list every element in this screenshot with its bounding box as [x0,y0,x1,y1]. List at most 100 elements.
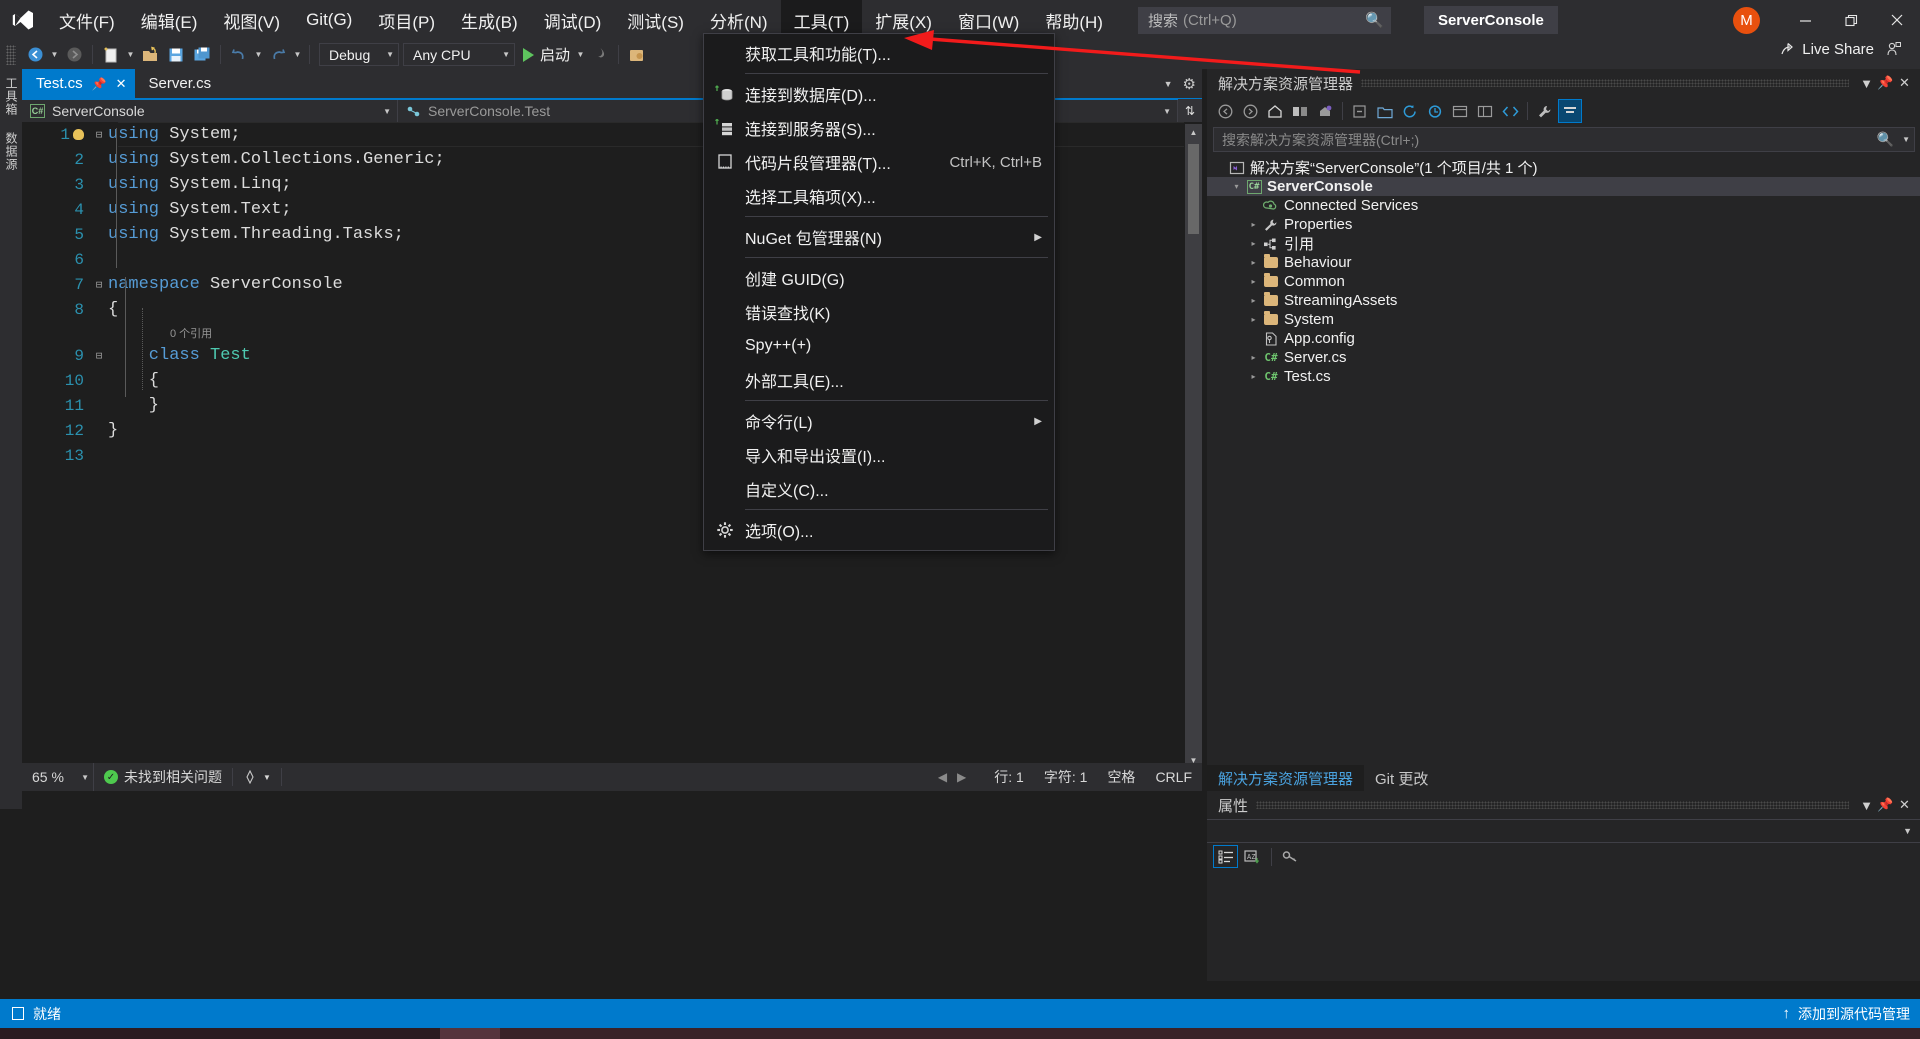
panel-dropdown-icon[interactable]: ▼ [1857,71,1876,95]
lightbulb-icon[interactable] [73,128,84,140]
tree-item-properties[interactable]: ▸ Properties [1207,215,1920,234]
hot-reload-icon[interactable] [587,42,613,67]
navigate-backward-icon[interactable] [22,42,48,67]
toolbar-grip[interactable] [6,44,16,65]
search-icon-2[interactable]: 🔍 [1877,131,1894,148]
preview-selected-items-icon[interactable] [1448,99,1472,123]
misc-tool-icon[interactable] [624,42,650,67]
live-share-participants-icon[interactable] [1882,41,1906,57]
redo-dropdown-icon[interactable]: ▼ [291,42,304,67]
code-navigation-control[interactable]: ▼ [233,763,281,791]
tree-item-streamingassets[interactable]: ▸ StreamingAssets [1207,291,1920,310]
tree-item-test.cs[interactable]: ▸ C# Test.cs [1207,367,1920,386]
solution-configuration-combo[interactable]: Debug ▼ [319,43,399,66]
fold-glyph-icon[interactable]: ⊟ [90,349,108,363]
scroll-up-arrow-icon[interactable]: ▲ [1185,124,1202,141]
tree-item-common[interactable]: ▸ Common [1207,272,1920,291]
editor-tab-test-cs[interactable]: Test.cs 📌 ✕ [22,69,135,98]
collapsed-twisty-icon[interactable]: ▸ [1247,220,1260,229]
refresh-icon[interactable] [1398,99,1422,123]
line-ending-indicator[interactable]: CRLF [1145,763,1202,791]
tree-item-system[interactable]: ▸ System [1207,310,1920,329]
tools-dropdown-menu[interactable]: 获取工具和功能(T)... 连接到数据库(D)... 连接到服务器(S)... 代码片… [703,33,1055,551]
menu-item-7[interactable]: 错误查找(K) [704,295,1054,329]
avatar[interactable]: M [1733,6,1760,34]
start-debug-button[interactable]: 启动 [515,42,574,67]
new-file-dropdown-icon[interactable]: ▼ [124,42,137,67]
menu-debug[interactable]: 调试(D) [531,0,615,40]
tree-item-app.config[interactable]: App.config [1207,329,1920,348]
menu-item-10[interactable]: 命令行(L) ▶ [704,404,1054,438]
menu-item-5[interactable]: NuGet 包管理器(N) ▶ [704,220,1054,254]
menu-build[interactable]: 生成(B) [448,0,531,40]
undo-dropdown-icon[interactable]: ▼ [252,42,265,67]
home-views-icon[interactable] [1313,99,1337,123]
collapsed-twisty-icon[interactable]: ▸ [1247,353,1260,362]
menu-file[interactable]: 文件(F) [46,0,128,40]
menu-item-13[interactable]: 选项(O)... [704,513,1054,547]
zoom-level-combo[interactable]: 65 % ▼ [22,763,94,791]
collapsed-twisty-icon[interactable]: ▸ [1247,239,1260,248]
menu-edit[interactable]: 编辑(E) [128,0,211,40]
pending-changes-icon[interactable] [1288,99,1312,123]
codelens-references[interactable]: 0 个引用 [170,325,212,341]
menu-item-11[interactable]: 导入和导出设置(I)... [704,438,1054,472]
tab-git-changes[interactable]: Git 更改 [1364,765,1439,791]
tree-item--serverconsole-1-1-[interactable]: 解决方案“ServerConsole”(1 个项目/共 1 个) [1207,158,1920,177]
tools-wrench-icon[interactable] [1533,99,1557,123]
vtab-data-sources[interactable]: 数据源 [0,124,23,179]
events-key-icon[interactable] [1278,845,1303,868]
scroll-right-arrow-icon[interactable]: ▶ [957,770,984,784]
collapsed-twisty-icon[interactable]: ▸ [1247,277,1260,286]
maximize-restore-button[interactable] [1828,0,1874,40]
solution-explorer-tree[interactable]: 解决方案“ServerConsole”(1 个项目/共 1 个) ▾ C# Serve… [1207,155,1920,386]
menu-item-2[interactable]: 连接到服务器(S)... [704,111,1054,145]
close-panel-icon[interactable]: ✕ [1895,71,1914,95]
menu-test[interactable]: 测试(S) [614,0,697,40]
tab-solution-explorer[interactable]: 解决方案资源管理器 [1207,765,1365,791]
home-icon[interactable] [1263,99,1287,123]
menu-project[interactable]: 项目(P) [365,0,448,40]
menu-item-3[interactable]: 代码片段管理器(T)... Ctrl+K, Ctrl+B [704,145,1054,179]
menu-item-0[interactable]: 获取工具和功能(T)... [704,36,1054,70]
solution-platform-combo[interactable]: Any CPU ▼ [403,43,515,66]
menu-view[interactable]: 视图(V) [210,0,293,40]
editor-tab-server-cs[interactable]: Server.cs [135,69,220,98]
expanded-twisty-icon[interactable]: ▾ [1230,182,1243,191]
tree-item-serverconsole[interactable]: ▾ C# ServerConsole [1207,177,1920,196]
view-code-icon[interactable] [1498,99,1522,123]
status-right[interactable]: ↑ 添加到源代码管理 [1783,1004,1911,1024]
menu-item-12[interactable]: 自定义(C)... [704,472,1054,506]
start-dropdown-icon[interactable]: ▼ [574,42,587,67]
categorized-view-icon[interactable] [1213,845,1238,868]
fold-glyph-icon[interactable]: ⊟ [90,128,108,142]
undo-icon[interactable] [226,42,252,67]
tree-item-behaviour[interactable]: ▸ Behaviour [1207,253,1920,272]
new-file-icon[interactable] [98,42,124,67]
navigate-backward-dropdown-icon[interactable]: ▼ [48,42,61,67]
close-button[interactable] [1874,0,1920,40]
indentation-indicator[interactable]: 空格 [1097,763,1145,791]
live-share-button[interactable]: Live Share [1779,41,1874,58]
tab-list-dropdown-icon[interactable]: ▼ [1164,79,1173,89]
menu-git[interactable]: Git(G) [293,0,365,40]
search-options-chevron-icon[interactable]: ▼ [1894,135,1910,144]
pin-panel-icon[interactable]: 📌 [1876,71,1895,95]
navigate-forward-icon[interactable] [61,42,87,67]
navbar-type-combo[interactable]: C# ServerConsole ▼ [22,100,398,122]
close-icon[interactable]: ✕ [116,76,127,92]
sync-with-active-document-icon[interactable] [1423,99,1447,123]
editor-vertical-scrollbar[interactable]: ▲ ▼ [1185,124,1202,769]
collapsed-twisty-icon[interactable]: ▸ [1247,296,1260,305]
solution-explorer-search-input[interactable]: 搜索解决方案资源管理器(Ctrl+;) 🔍 ▼ [1213,127,1915,152]
minimize-button[interactable] [1782,0,1828,40]
show-all-files-icon[interactable] [1373,99,1397,123]
collapse-all-icon[interactable] [1348,99,1372,123]
menu-item-1[interactable]: 连接到数据库(D)... [704,77,1054,111]
menu-item-6[interactable]: 创建 GUID(G) [704,261,1054,295]
fold-glyph-icon[interactable]: ⊟ [90,278,108,292]
tree-item--[interactable]: ▸ 引用 [1207,234,1920,253]
collapsed-twisty-icon[interactable]: ▸ [1247,315,1260,324]
tree-item-server.cs[interactable]: ▸ C# Server.cs [1207,348,1920,367]
properties-close-icon[interactable]: ✕ [1895,793,1914,817]
